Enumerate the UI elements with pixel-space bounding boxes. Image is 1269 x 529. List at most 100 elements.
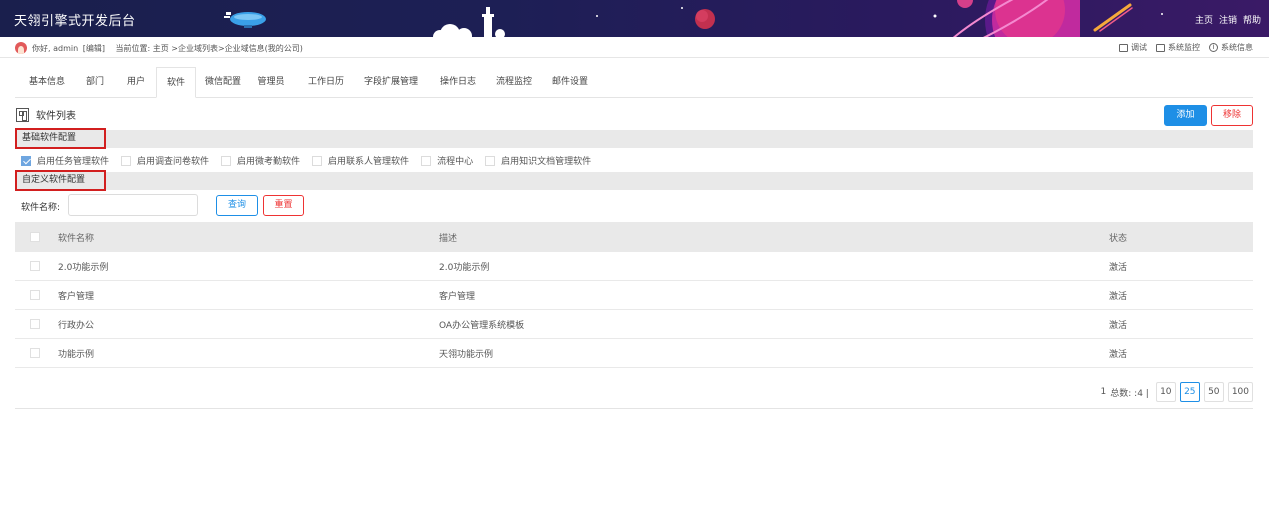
option-attendance-software[interactable]: 启用微考勤软件 [221,154,300,167]
tab-operation-log[interactable]: 操作日志 [435,67,481,98]
star-icon [681,7,683,9]
breadcrumb: 当前位置: 主页 >企业域列表>企业域信息(我的公司) [115,44,303,53]
monitor-icon [1156,43,1165,52]
nav-home-link[interactable]: 主页 [1195,13,1213,26]
big-planet-icon [933,0,1080,37]
row-checkbox[interactable] [30,348,40,358]
row-name: 2.0功能示例 [58,262,109,273]
tab-wechat-config[interactable]: 微信配置 [201,67,245,98]
row-checkbox[interactable] [30,319,40,329]
tab-field-extension[interactable]: 字段扩展管理 [360,67,422,98]
nav-logout-link[interactable]: 注销 [1219,13,1237,26]
checkbox-contacts-software[interactable] [312,155,323,166]
row-select-cell [30,339,40,367]
checkbox-attendance-software[interactable] [221,155,232,166]
tab-work-calendar[interactable]: 工作日历 [303,67,349,98]
table-row[interactable]: 客户管理 客户管理 激活 [15,281,1253,310]
custom-config-label: 自定义软件配置 [15,170,106,191]
option-flow-center[interactable]: 流程中心 [421,154,473,167]
row-checkbox[interactable] [30,290,40,300]
tab-users[interactable]: 用户 [118,67,154,98]
top-nav: 主页 注销 帮助 [1195,13,1261,26]
header-desc: 描述 [439,233,458,244]
system-info-label: 系统信息 [1221,43,1253,52]
nav-help-link[interactable]: 帮助 [1243,13,1261,26]
basic-config-band [15,130,1253,148]
query-button[interactable]: 查询 [216,195,258,216]
add-button[interactable]: 添加 [1164,105,1207,126]
info-icon: i [1209,43,1218,52]
option-knowledge-software[interactable]: 启用知识文档管理软件 [485,154,591,167]
basic-config-options: 启用任务管理软件 启用调查问卷软件 启用微考勤软件 启用联系人管理软件 流程中心… [21,154,603,167]
page-size-100[interactable]: 100 [1227,382,1253,402]
tab-bar: 基本信息 部门 用户 软件 微信配置 管理员 工作日历 字段扩展管理 操作日志 … [15,67,1253,98]
checkbox-survey-software[interactable] [121,155,132,166]
header-name: 软件名称 [58,233,95,244]
tab-mail-settings[interactable]: 邮件设置 [547,67,593,98]
current-page: 1 [1100,387,1107,397]
debug-label: 调试 [1131,43,1147,52]
page-size-25[interactable]: 25 [1179,382,1200,402]
option-label: 启用知识文档管理软件 [501,157,592,167]
page-size-50[interactable]: 50 [1203,382,1224,402]
building-icon [16,107,29,122]
option-label: 启用调查问卷软件 [137,157,210,167]
row-desc: 2.0功能示例 [439,262,490,273]
reset-button[interactable]: 重置 [263,195,304,216]
header-status: 状态 [1109,233,1128,244]
user-greeting: 你好, admin [编辑] 当前位置: 主页 >企业域列表>企业域信息(我的公… [32,43,303,54]
tab-software[interactable]: 软件 [156,67,196,98]
software-name-input[interactable] [68,194,198,216]
system-info-link[interactable]: i 系统信息 [1209,42,1253,53]
row-checkbox[interactable] [30,261,40,271]
info-bar: 你好, admin [编辑] 当前位置: 主页 >企业域列表>企业域信息(我的公… [0,37,1269,58]
row-select-cell [30,281,40,309]
option-survey-software[interactable]: 启用调查问卷软件 [121,154,209,167]
star-icon [596,15,598,17]
table-row[interactable]: 功能示例 天翎功能示例 激活 [15,339,1253,368]
airship-icon [224,12,266,28]
greeting-text: 你好, admin [32,44,79,53]
row-name: 功能示例 [58,349,95,360]
software-name-label: 软件名称: [21,203,61,213]
option-label: 启用任务管理软件 [37,157,110,167]
table-row[interactable]: 2.0功能示例 2.0功能示例 激活 [15,252,1253,281]
comet-icon [1093,3,1133,32]
tab-basic-info[interactable]: 基本信息 [23,67,71,98]
system-monitor-link[interactable]: 系统监控 [1156,42,1200,53]
system-monitor-label: 系统监控 [1168,43,1200,52]
checkbox-knowledge-software[interactable] [485,155,496,166]
page-size-10[interactable]: 10 [1155,382,1176,402]
row-desc: OA办公管理系统模板 [439,320,525,331]
pagination: 1 总数: :4 | 10 25 50 100 [1101,382,1253,402]
row-status: 激活 [1109,262,1128,273]
table-row[interactable]: 行政办公 OA办公管理系统模板 激活 [15,310,1253,339]
basic-config-label: 基础软件配置 [15,128,106,149]
row-select-cell [30,252,40,280]
option-label: 启用联系人管理软件 [328,157,410,167]
checkbox-task-software[interactable] [21,155,31,166]
row-status: 激活 [1109,320,1128,331]
avatar [15,42,27,54]
software-table: 软件名称 描述 状态 2.0功能示例 2.0功能示例 激活 客户管理 客户管理 … [15,222,1253,368]
row-desc: 天翎功能示例 [439,349,494,360]
tab-admins[interactable]: 管理员 [253,67,289,98]
total-count: 总数: :4 | [1110,388,1149,399]
debug-link[interactable]: 调试 [1119,42,1147,53]
checkbox-flow-center[interactable] [421,155,432,166]
edit-profile-link[interactable]: [编辑] [83,44,105,53]
tool-links: 调试 系统监控 i 系统信息 [1119,42,1253,53]
custom-config-band [15,172,1253,190]
debug-icon [1119,43,1128,52]
remove-button[interactable]: 移除 [1211,105,1253,126]
tab-flow-monitor[interactable]: 流程监控 [491,67,537,98]
option-contacts-software[interactable]: 启用联系人管理软件 [312,154,409,167]
row-select-cell [30,310,40,338]
select-all-checkbox[interactable] [30,232,40,242]
option-task-software[interactable]: 启用任务管理软件 [21,154,109,167]
lighthouse-icon [433,7,505,37]
top-banner: 天翎引擎式开发后台 主页 注销 帮助 [0,0,1269,37]
tab-departments[interactable]: 部门 [77,67,113,98]
option-label: 启用微考勤软件 [237,157,301,167]
row-name: 客户管理 [58,291,95,302]
